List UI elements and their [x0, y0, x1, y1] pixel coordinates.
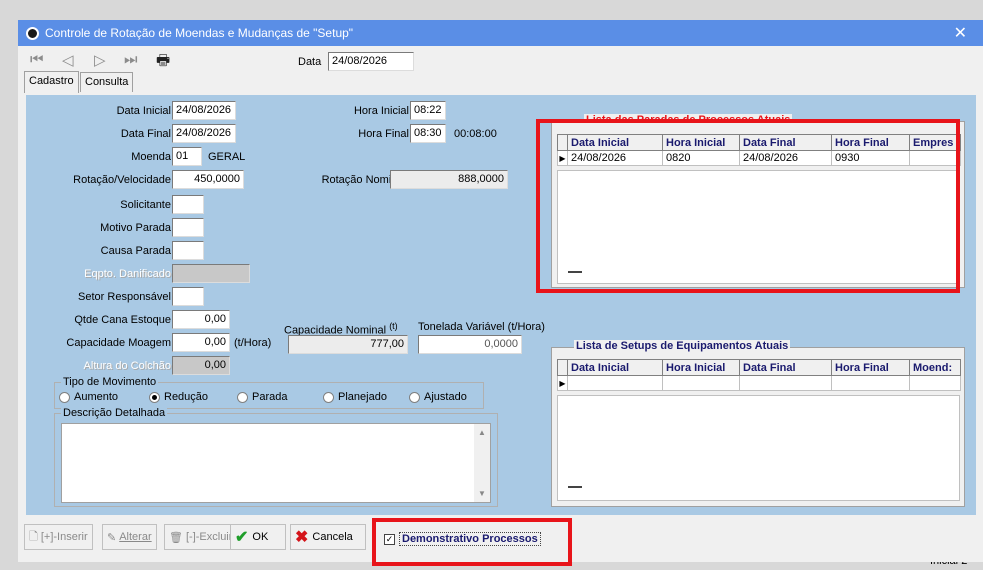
alterar-button[interactable]: ✎ Alterar	[102, 524, 157, 550]
radio-ajustado[interactable]: Ajustado	[409, 391, 467, 403]
table-cell[interactable]	[831, 375, 910, 391]
tonelada-variavel-field[interactable]: 0,0000	[418, 335, 522, 354]
data-final-label: Data Final	[120, 128, 171, 140]
duracao-text: 00:08:00	[454, 128, 497, 140]
document-add-icon: 🗋	[29, 530, 38, 543]
data-field[interactable]: 24/08/2026	[328, 52, 414, 71]
moenda-name: GERAL	[208, 151, 246, 163]
table-cell[interactable]	[909, 375, 961, 391]
motivo-parada-field[interactable]	[172, 218, 204, 237]
rotacao-field[interactable]: 450,0000	[172, 170, 244, 189]
edit-icon: ✎	[107, 531, 117, 544]
col-data-final[interactable]: Data Final	[739, 359, 832, 376]
radio-reducao[interactable]: Redução	[149, 391, 208, 403]
check-icon: ✔	[235, 529, 249, 546]
data-label: Data	[298, 56, 322, 68]
ok-button[interactable]: ✔ OK	[230, 524, 286, 550]
motivo-parada-label: Motivo Parada	[100, 222, 171, 234]
radio-dot[interactable]	[409, 391, 420, 403]
setups-header-row: Data Inicial Hora Inicial Data Final Hor…	[557, 359, 961, 376]
hora-final-label: Hora Final	[358, 128, 409, 140]
close-icon[interactable]: ✕	[954, 23, 967, 43]
descricao-scrollbar[interactable]: ▲ ▼	[474, 424, 490, 502]
col-hora-inicial[interactable]: Hora Inicial	[662, 359, 740, 376]
col-hora-final[interactable]: Hora Final	[831, 359, 910, 376]
cancel-x-icon: ✖	[295, 529, 309, 546]
setups-grid-title: Lista de Setups de Equipamentos Atuais	[574, 340, 791, 352]
radio-dot-selected[interactable]	[149, 391, 160, 403]
radio-dot[interactable]	[323, 391, 334, 403]
capacidade-moagem-unit: (t/Hora)	[234, 337, 272, 349]
capacidade-nominal-field: 777,00	[288, 335, 408, 354]
descricao-legend: Descrição Detalhada	[61, 407, 168, 419]
capacidade-nominal-unit: (t)	[389, 321, 398, 331]
row-pointer-icon: ▶	[557, 375, 568, 391]
inserir-button[interactable]: 🗋 [+]-Inserir	[24, 524, 93, 550]
tipo-movimento-group: Tipo de Movimento Aumento Redução Parada…	[54, 376, 484, 409]
window-title: Controle de Rotação de Moendas e Mudança…	[45, 26, 354, 40]
rotacao-label: Rotação/Velocidade	[73, 174, 171, 186]
table-row[interactable]: ▶	[557, 375, 961, 391]
paradas-highlight-box	[536, 119, 960, 293]
table-cell[interactable]	[662, 375, 740, 391]
trash-icon: 🗑	[169, 531, 183, 544]
scroll-up-icon[interactable]: ▲	[474, 428, 490, 437]
first-record-icon[interactable]: ⏮	[30, 51, 44, 68]
hora-final-field[interactable]: 08:30	[410, 124, 446, 143]
print-icon[interactable]: 🖶	[156, 50, 170, 75]
next-record-icon[interactable]: ▷	[94, 51, 106, 69]
setups-hscroll-dash	[568, 486, 582, 488]
radio-planejado[interactable]: Planejado	[323, 391, 387, 403]
demonstrativo-highlight-box	[372, 518, 572, 566]
qtde-cana-label: Qtde Cana Estoque	[74, 314, 171, 326]
table-cell[interactable]	[739, 375, 832, 391]
app-icon	[26, 26, 39, 40]
tipo-movimento-legend: Tipo de Movimento	[61, 376, 159, 388]
table-cell[interactable]	[567, 375, 663, 391]
solicitante-field[interactable]	[172, 195, 204, 214]
tonelada-variavel-label: Tonelada Variável (t/Hora)	[418, 321, 545, 333]
window-titlebar: Controle de Rotação de Moendas e Mudança…	[18, 20, 983, 46]
eqpto-danificado-field	[172, 264, 250, 283]
last-record-icon[interactable]: ⏭	[124, 51, 138, 68]
tab-consulta[interactable]: Consulta	[80, 72, 134, 92]
solicitante-label: Solicitante	[120, 199, 171, 211]
descricao-group: Descrição Detalhada ▲ ▼	[54, 407, 498, 507]
descricao-textarea[interactable]: ▲ ▼	[61, 423, 491, 503]
setor-responsavel-label: Setor Responsável	[78, 291, 171, 303]
hora-inicial-label: Hora Inicial	[353, 105, 409, 117]
data-inicial-label: Data Inicial	[116, 105, 171, 117]
qtde-cana-field[interactable]: 0,00	[172, 310, 230, 329]
moenda-label: Moenda	[131, 151, 171, 163]
causa-parada-label: Causa Parada	[100, 245, 171, 257]
radio-aumento[interactable]: Aumento	[59, 391, 118, 403]
setor-responsavel-field[interactable]	[172, 287, 204, 306]
rotacao-nominal-field: 888,0000	[390, 170, 508, 189]
setups-empty-area	[557, 395, 960, 501]
eqpto-danificado-label: Eqpto. Danificado	[84, 268, 171, 280]
radio-dot[interactable]	[237, 391, 248, 403]
previous-record-icon[interactable]: ◁	[62, 51, 74, 69]
excluir-button[interactable]: 🗑 [-]-Excluir	[164, 524, 238, 550]
altura-colchao-field: 0,00	[172, 356, 230, 375]
setups-grid[interactable]: Data Inicial Hora Inicial Data Final Hor…	[557, 359, 961, 391]
radio-dot[interactable]	[59, 391, 70, 403]
altura-colchao-label: Altura do Colchão	[83, 360, 171, 372]
radio-parada[interactable]: Parada	[237, 391, 287, 403]
moenda-code-field[interactable]: 01	[172, 147, 202, 166]
hora-inicial-field[interactable]: 08:22	[410, 101, 446, 120]
scroll-down-icon[interactable]: ▼	[474, 489, 490, 498]
capacidade-moagem-field[interactable]: 0,00	[172, 333, 230, 352]
row-indicator-header	[557, 359, 568, 376]
data-final-field[interactable]: 24/08/2026	[172, 124, 236, 143]
cancela-button[interactable]: ✖ Cancela	[290, 524, 366, 550]
tab-cadastro[interactable]: Cadastro	[24, 71, 79, 93]
col-moenda[interactable]: Moend:	[909, 359, 961, 376]
col-data-inicial[interactable]: Data Inicial	[567, 359, 663, 376]
causa-parada-field[interactable]	[172, 241, 204, 260]
data-inicial-field[interactable]: 24/08/2026	[172, 101, 236, 120]
capacidade-moagem-label: Capacidade Moagem	[66, 337, 171, 349]
